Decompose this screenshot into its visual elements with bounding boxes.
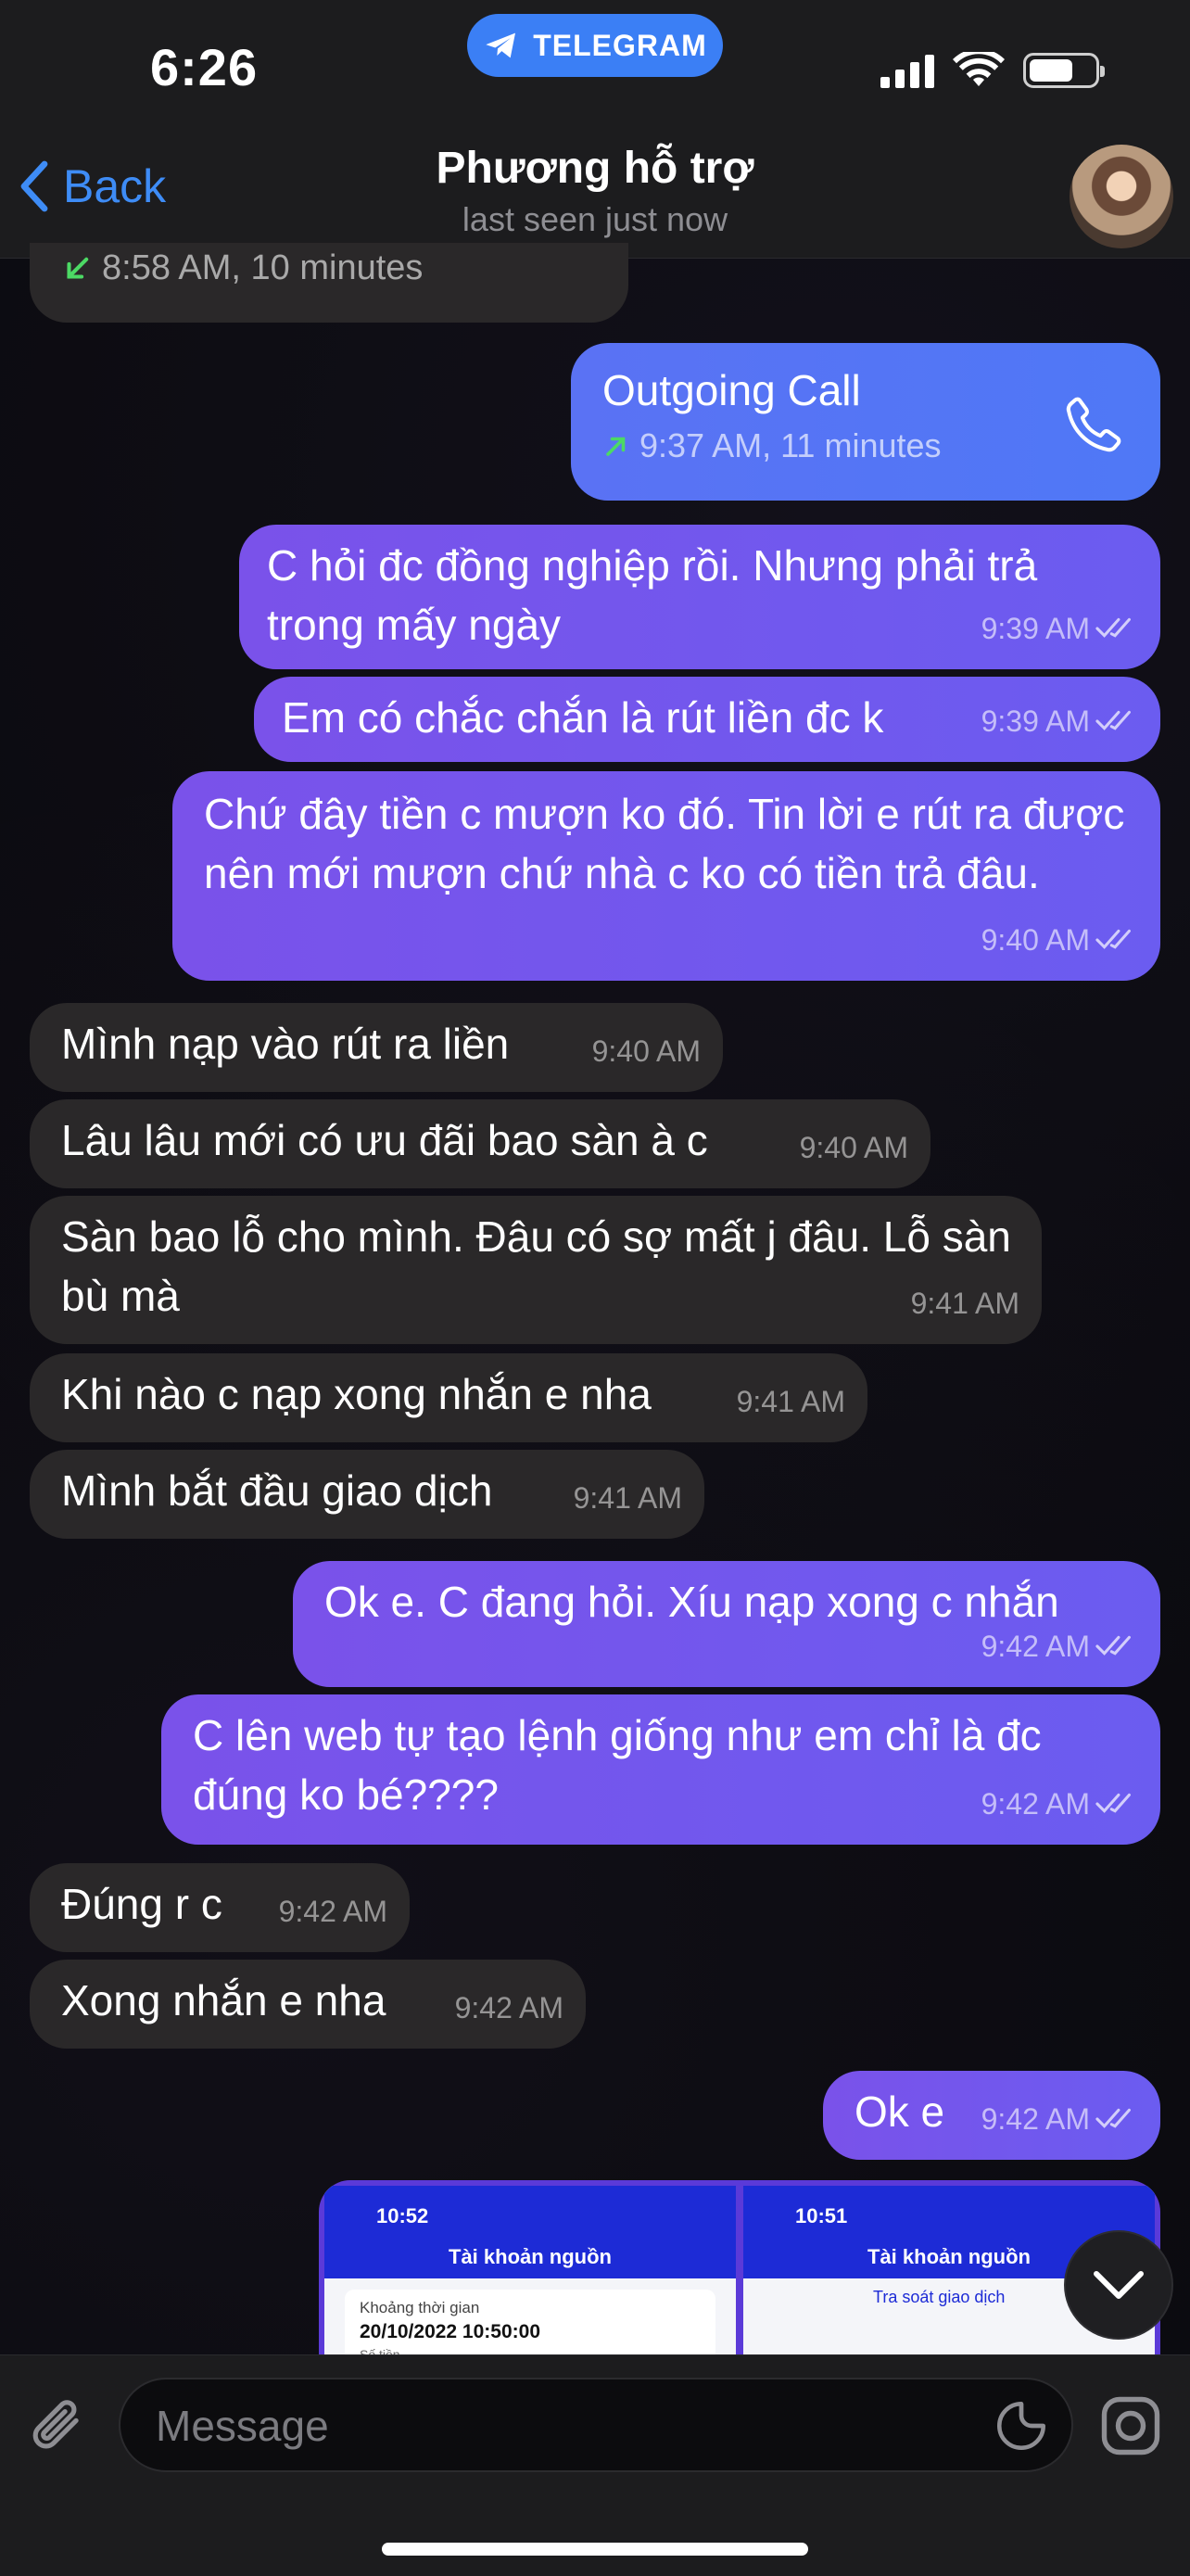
screenshot-left: 10:52 Tài khoản nguồn Khoảng thời gian 2… xyxy=(324,2186,736,2356)
telegram-icon xyxy=(486,32,516,58)
message-text: Khi nào c nạp xong nhắn e nha xyxy=(61,1370,652,1418)
chevron-down-icon xyxy=(1094,2271,1144,2299)
screenshot-label: Khoảng thời gian xyxy=(360,2299,480,2316)
call-time: 8:58 AM, 10 minutes xyxy=(102,248,424,287)
screenshot-link: Tra soát giao dịch xyxy=(873,2288,1006,2306)
message-text: Lâu lâu mới có ưu đãi bao sàn à c xyxy=(61,1116,708,1164)
screenshot-time: 10:52 xyxy=(376,2204,429,2227)
read-checkmark-icon xyxy=(1095,617,1131,638)
message-time: 9:42 AM xyxy=(454,1991,563,2024)
message-bubble-incoming[interactable]: Mình nạp vào rút ra liền 9:40 AM xyxy=(30,1003,723,1092)
status-time: 6:26 xyxy=(150,38,259,96)
status-bar: 6:26 TELEGRAM xyxy=(0,0,1190,139)
cellular-icon xyxy=(880,53,934,88)
message-text: C hỏi đc đồng nghiệp rồi. Nhưng phải trả… xyxy=(267,541,1038,649)
read-checkmark-icon xyxy=(1095,929,1131,949)
screenshot-time: 10:51 xyxy=(795,2204,848,2227)
message-bubble-outgoing[interactable]: C hỏi đc đồng nghiệp rồi. Nhưng phải trả… xyxy=(239,525,1160,669)
outgoing-call-bubble[interactable]: Outgoing Call 9:37 AM, 11 minutes xyxy=(571,343,1160,501)
message-input[interactable] xyxy=(154,2379,955,2472)
missed-call-arrow-icon xyxy=(67,257,89,279)
message-time: 9:40 AM xyxy=(799,1131,908,1164)
chat-header: Back Phương hỗ trợ last seen just now xyxy=(0,139,1190,259)
message-bubble-outgoing[interactable]: C lên web tự tạo lệnh giống như em chỉ l… xyxy=(161,1694,1160,1845)
message-bubble-incoming[interactable]: Mình bắt đầu giao dịch 9:41 AM xyxy=(30,1450,704,1539)
message-time: 9:41 AM xyxy=(736,1385,845,1418)
battery-icon xyxy=(1023,53,1105,88)
message-composer xyxy=(0,2354,1190,2576)
message-bubble-outgoing[interactable]: Ok e 9:42 AM xyxy=(823,2071,1160,2160)
image-message[interactable]: 10:52 Tài khoản nguồn Khoảng thời gian 2… xyxy=(319,2180,1160,2356)
message-text: Sàn bao lỗ cho mình. Đâu có sợ mất j đâu… xyxy=(61,1212,1011,1320)
screenshot-value: 20/10/2022 10:50:00 xyxy=(360,2321,540,2342)
chat-title[interactable]: Phương hỗ trợ xyxy=(0,143,1190,194)
message-time: 9:41 AM xyxy=(573,1481,682,1515)
message-time: 9:39 AM xyxy=(981,612,1090,645)
message-bubble-incoming[interactable]: Sàn bao lỗ cho mình. Đâu có sợ mất j đâu… xyxy=(30,1196,1042,1344)
wifi-icon xyxy=(953,52,1005,86)
home-indicator xyxy=(382,2543,808,2556)
call-title: Outgoing Call xyxy=(602,366,861,414)
message-bubble-incoming[interactable]: Xong nhắn e nha 9:42 AM xyxy=(30,1960,586,2049)
app-pill-label: TELEGRAM xyxy=(533,28,707,62)
phone-icon[interactable] xyxy=(1062,391,1127,456)
outgoing-arrow-icon xyxy=(606,437,626,456)
read-checkmark-icon xyxy=(1095,1793,1131,1813)
telegram-app-pill[interactable]: TELEGRAM xyxy=(467,14,723,77)
message-bubble-outgoing[interactable]: Chứ đây tiền c mượn ko đó. Tin lời e rút… xyxy=(172,771,1160,981)
message-bubble-outgoing[interactable]: Ok e. C đang hỏi. Xíu nạp xong c nhắn 9:… xyxy=(293,1561,1160,1687)
chat-status: last seen just now xyxy=(462,200,728,238)
message-bubble-incoming[interactable]: Đúng r c 9:42 AM xyxy=(30,1863,410,1952)
read-checkmark-icon xyxy=(1095,1635,1131,1656)
camera-icon[interactable] xyxy=(1097,2392,1164,2459)
message-field xyxy=(119,2378,1073,2472)
message-bubble-incoming[interactable]: Khi nào c nạp xong nhắn e nha 9:41 AM xyxy=(30,1353,867,1442)
message-time: 9:42 AM xyxy=(981,2102,1090,2136)
call-time: 9:37 AM, 11 minutes xyxy=(639,426,942,464)
message-time: 9:41 AM xyxy=(910,1287,1019,1320)
message-time: 9:40 AM xyxy=(981,923,1090,957)
read-checkmark-icon xyxy=(1095,710,1131,730)
message-bubble-incoming[interactable]: Lâu lâu mới có ưu đãi bao sàn à c 9:40 A… xyxy=(30,1099,930,1188)
message-time: 9:42 AM xyxy=(981,1787,1090,1821)
message-text: Chứ đây tiền c mượn ko đó. Tin lời e rút… xyxy=(204,790,1125,897)
message-time: 9:40 AM xyxy=(591,1034,701,1068)
message-time: 9:42 AM xyxy=(981,1630,1090,1663)
incoming-call-bubble[interactable]: 8:58 AM, 10 minutes xyxy=(30,243,628,323)
avatar[interactable] xyxy=(1070,145,1173,248)
message-time: 9:42 AM xyxy=(278,1895,387,1928)
message-time: 9:39 AM xyxy=(981,704,1090,738)
message-bubble-outgoing[interactable]: Em có chắc chắn là rút liền đc k 9:39 AM xyxy=(254,677,1160,762)
read-checkmark-icon xyxy=(1095,2108,1131,2128)
scroll-to-bottom-button[interactable] xyxy=(1066,2232,1171,2338)
paperclip-icon[interactable] xyxy=(28,2389,93,2463)
screenshot-title: Tài khoản nguồn xyxy=(449,2245,612,2268)
sticker-icon[interactable] xyxy=(994,2398,1049,2454)
